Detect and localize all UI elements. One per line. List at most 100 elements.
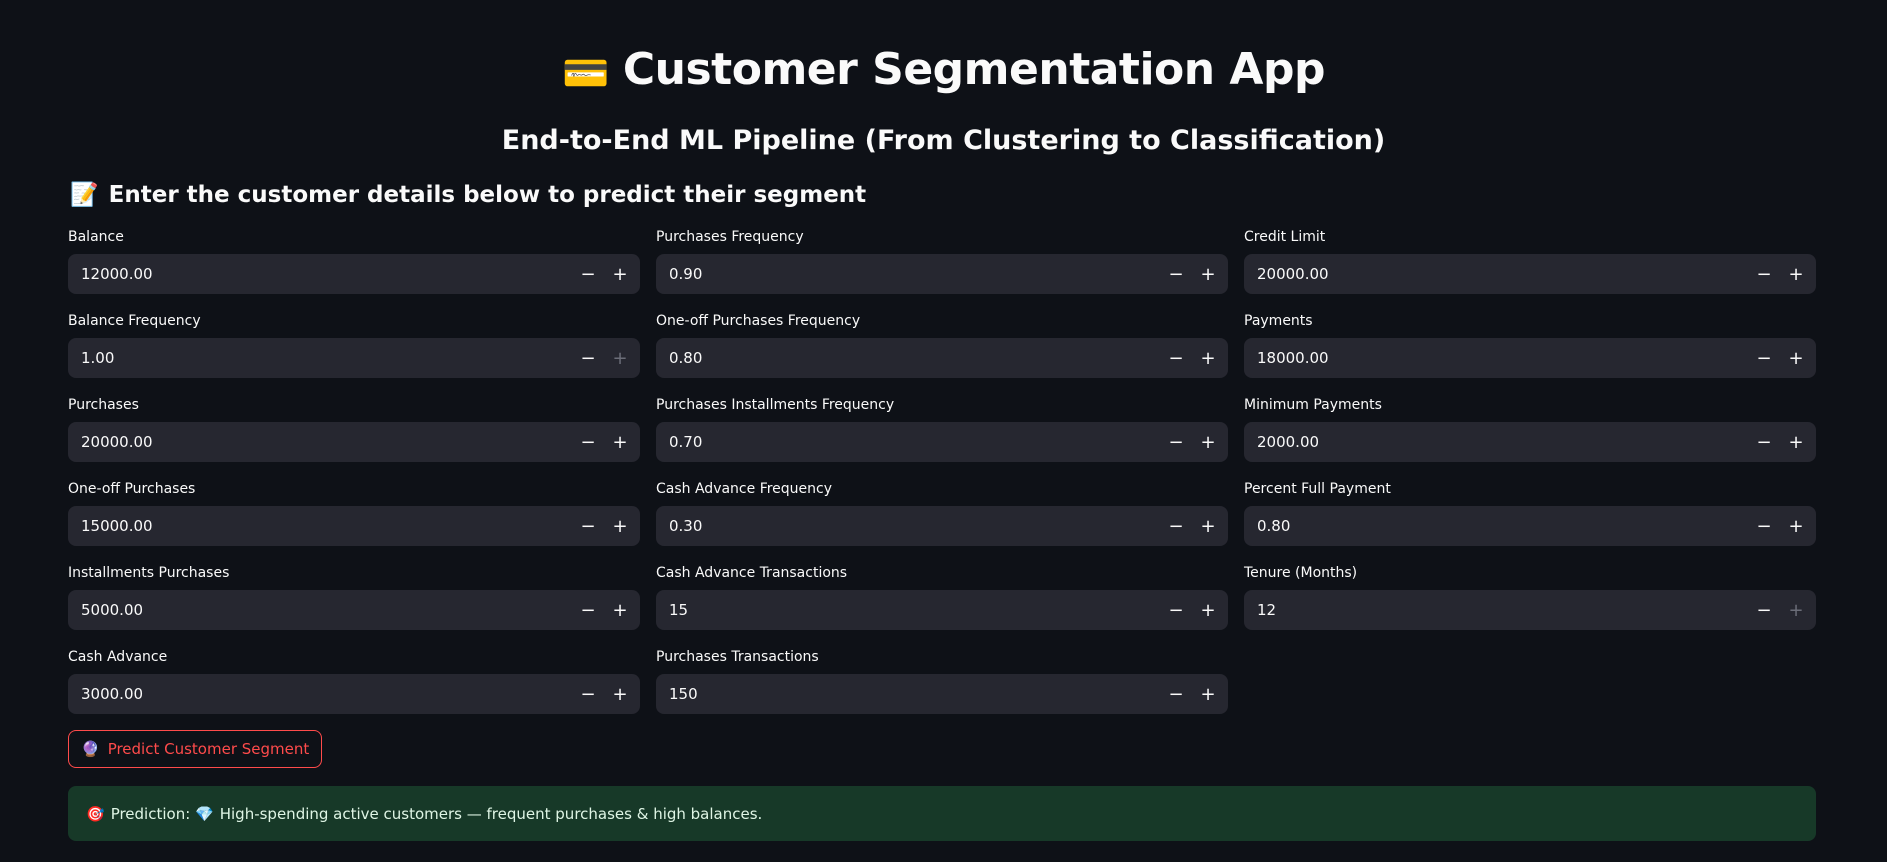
increment-button[interactable]: + bbox=[604, 254, 636, 294]
prediction-prefix: Prediction: bbox=[110, 804, 191, 823]
decrement-button[interactable]: − bbox=[1748, 506, 1780, 546]
increment-button[interactable]: + bbox=[604, 422, 636, 462]
increment-button[interactable]: + bbox=[1192, 338, 1224, 378]
number-input: − + bbox=[656, 589, 1228, 631]
increment-button[interactable]: + bbox=[1192, 422, 1224, 462]
increment-button[interactable]: + bbox=[1780, 590, 1812, 630]
decrement-button[interactable]: − bbox=[1160, 254, 1192, 294]
field-label: Balance Frequency bbox=[68, 313, 201, 329]
prediction-result: 🎯 Prediction: 💎 High-spending active cus… bbox=[68, 786, 1816, 841]
field-label: Balance bbox=[68, 229, 124, 245]
decrement-button[interactable]: − bbox=[572, 590, 604, 630]
increment-button[interactable]: + bbox=[1780, 422, 1812, 462]
field-credit-limit: Credit Limit − + bbox=[1244, 227, 1816, 311]
decrement-button[interactable]: − bbox=[1160, 590, 1192, 630]
cash-advance-input[interactable] bbox=[68, 673, 572, 715]
field-label: Purchases Transactions bbox=[656, 649, 819, 665]
decrement-button[interactable]: − bbox=[572, 254, 604, 294]
field-balance: Balance − + bbox=[68, 227, 640, 311]
increment-button[interactable]: + bbox=[1192, 590, 1224, 630]
minimum-payments-input[interactable] bbox=[1244, 421, 1748, 463]
field-purchases-installments-frequency: Purchases Installments Frequency − + bbox=[656, 395, 1228, 479]
page-title: 💳 Customer Segmentation App bbox=[0, 40, 1887, 103]
oneoff-purchases-input[interactable] bbox=[68, 505, 572, 547]
decrement-button[interactable]: − bbox=[1748, 590, 1780, 630]
field-payments: Payments − + bbox=[1244, 311, 1816, 395]
field-purchases-frequency: Purchases Frequency − + bbox=[656, 227, 1228, 311]
field-label: Cash Advance Transactions bbox=[656, 565, 848, 581]
number-input: − + bbox=[656, 505, 1228, 547]
increment-button[interactable]: + bbox=[1192, 506, 1224, 546]
number-input: − + bbox=[1244, 589, 1816, 631]
form-heading-text: Enter the customer details below to pred… bbox=[108, 182, 867, 208]
decrement-button[interactable]: − bbox=[1160, 338, 1192, 378]
predict-button[interactable]: 🔮 Predict Customer Segment bbox=[68, 730, 323, 768]
decrement-button[interactable]: − bbox=[572, 338, 604, 378]
prediction-text: High-spending active customers — frequen… bbox=[219, 804, 763, 823]
number-input: − + bbox=[656, 253, 1228, 295]
balance-frequency-input[interactable] bbox=[68, 337, 572, 379]
decrement-button[interactable]: − bbox=[572, 422, 604, 462]
number-input: − + bbox=[1244, 253, 1816, 295]
balance-input[interactable] bbox=[68, 253, 572, 295]
credit-limit-input[interactable] bbox=[1244, 253, 1748, 295]
decrement-button[interactable]: − bbox=[1748, 422, 1780, 462]
field-label: Minimum Payments bbox=[1244, 397, 1382, 413]
decrement-button[interactable]: − bbox=[1748, 254, 1780, 294]
purchases-frequency-input[interactable] bbox=[656, 253, 1160, 295]
increment-button[interactable]: + bbox=[604, 674, 636, 714]
tenure-input[interactable] bbox=[1244, 589, 1748, 631]
purchases-transactions-input[interactable] bbox=[656, 673, 1160, 715]
increment-button[interactable]: + bbox=[1780, 254, 1812, 294]
decrement-button[interactable]: − bbox=[1748, 338, 1780, 378]
increment-button[interactable]: + bbox=[604, 506, 636, 546]
purchases-input[interactable] bbox=[68, 421, 572, 463]
installments-purchases-input[interactable] bbox=[68, 589, 572, 631]
app-page: 💳 Customer Segmentation App End-to-End ML… bbox=[0, 0, 1887, 862]
field-balance-frequency: Balance Frequency − + bbox=[68, 311, 640, 395]
field-label: Cash Advance bbox=[68, 649, 168, 665]
payments-input[interactable] bbox=[1244, 337, 1748, 379]
page-title-text: Customer Segmentation App bbox=[622, 44, 1326, 95]
cash-advance-frequency-input[interactable] bbox=[656, 505, 1160, 547]
decrement-button[interactable]: − bbox=[572, 506, 604, 546]
number-input: − + bbox=[68, 589, 640, 631]
number-input: − + bbox=[656, 673, 1228, 715]
number-input: − + bbox=[68, 505, 640, 547]
number-input: − + bbox=[1244, 505, 1816, 547]
increment-button[interactable]: + bbox=[1780, 338, 1812, 378]
page-subtitle: End-to-End ML Pipeline (From Clustering … bbox=[501, 125, 1386, 156]
oneoff-purchases-frequency-input[interactable] bbox=[656, 337, 1160, 379]
field-oneoff-purchases: One-off Purchases − + bbox=[68, 479, 640, 563]
increment-button[interactable]: + bbox=[604, 590, 636, 630]
field-label: Cash Advance Frequency bbox=[656, 481, 833, 497]
percent-full-payment-input[interactable] bbox=[1244, 505, 1748, 547]
increment-button[interactable]: + bbox=[604, 338, 636, 378]
number-input: − + bbox=[1244, 421, 1816, 463]
decrement-button[interactable]: − bbox=[1160, 422, 1192, 462]
decrement-button[interactable]: − bbox=[1160, 674, 1192, 714]
decrement-button[interactable]: − bbox=[572, 674, 604, 714]
field-label: Purchases bbox=[68, 397, 139, 413]
field-oneoff-purchases-frequency: One-off Purchases Frequency − + bbox=[656, 311, 1228, 395]
number-input: − + bbox=[656, 421, 1228, 463]
increment-button[interactable]: + bbox=[1192, 674, 1224, 714]
cash-advance-transactions-input[interactable] bbox=[656, 589, 1160, 631]
field-label: Tenure (Months) bbox=[1244, 565, 1358, 581]
number-input: − + bbox=[68, 421, 640, 463]
increment-button[interactable]: + bbox=[1780, 506, 1812, 546]
field-label: Installments Purchases bbox=[68, 565, 230, 581]
field-label: Purchases Installments Frequency bbox=[656, 397, 895, 413]
field-label: Purchases Frequency bbox=[656, 229, 804, 245]
field-purchases-transactions: Purchases Transactions − + bbox=[656, 647, 1228, 731]
field-purchases: Purchases − + bbox=[68, 395, 640, 479]
purchases-installments-frequency-input[interactable] bbox=[656, 421, 1160, 463]
field-tenure: Tenure (Months) − + bbox=[1244, 563, 1816, 647]
field-cash-advance-frequency: Cash Advance Frequency − + bbox=[656, 479, 1228, 563]
decrement-button[interactable]: − bbox=[1160, 506, 1192, 546]
field-cash-advance-transactions: Cash Advance Transactions − + bbox=[656, 563, 1228, 647]
field-installments-purchases: Installments Purchases − + bbox=[68, 563, 640, 647]
field-percent-full-payment: Percent Full Payment − + bbox=[1244, 479, 1816, 563]
increment-button[interactable]: + bbox=[1192, 254, 1224, 294]
field-label: Percent Full Payment bbox=[1244, 481, 1391, 497]
